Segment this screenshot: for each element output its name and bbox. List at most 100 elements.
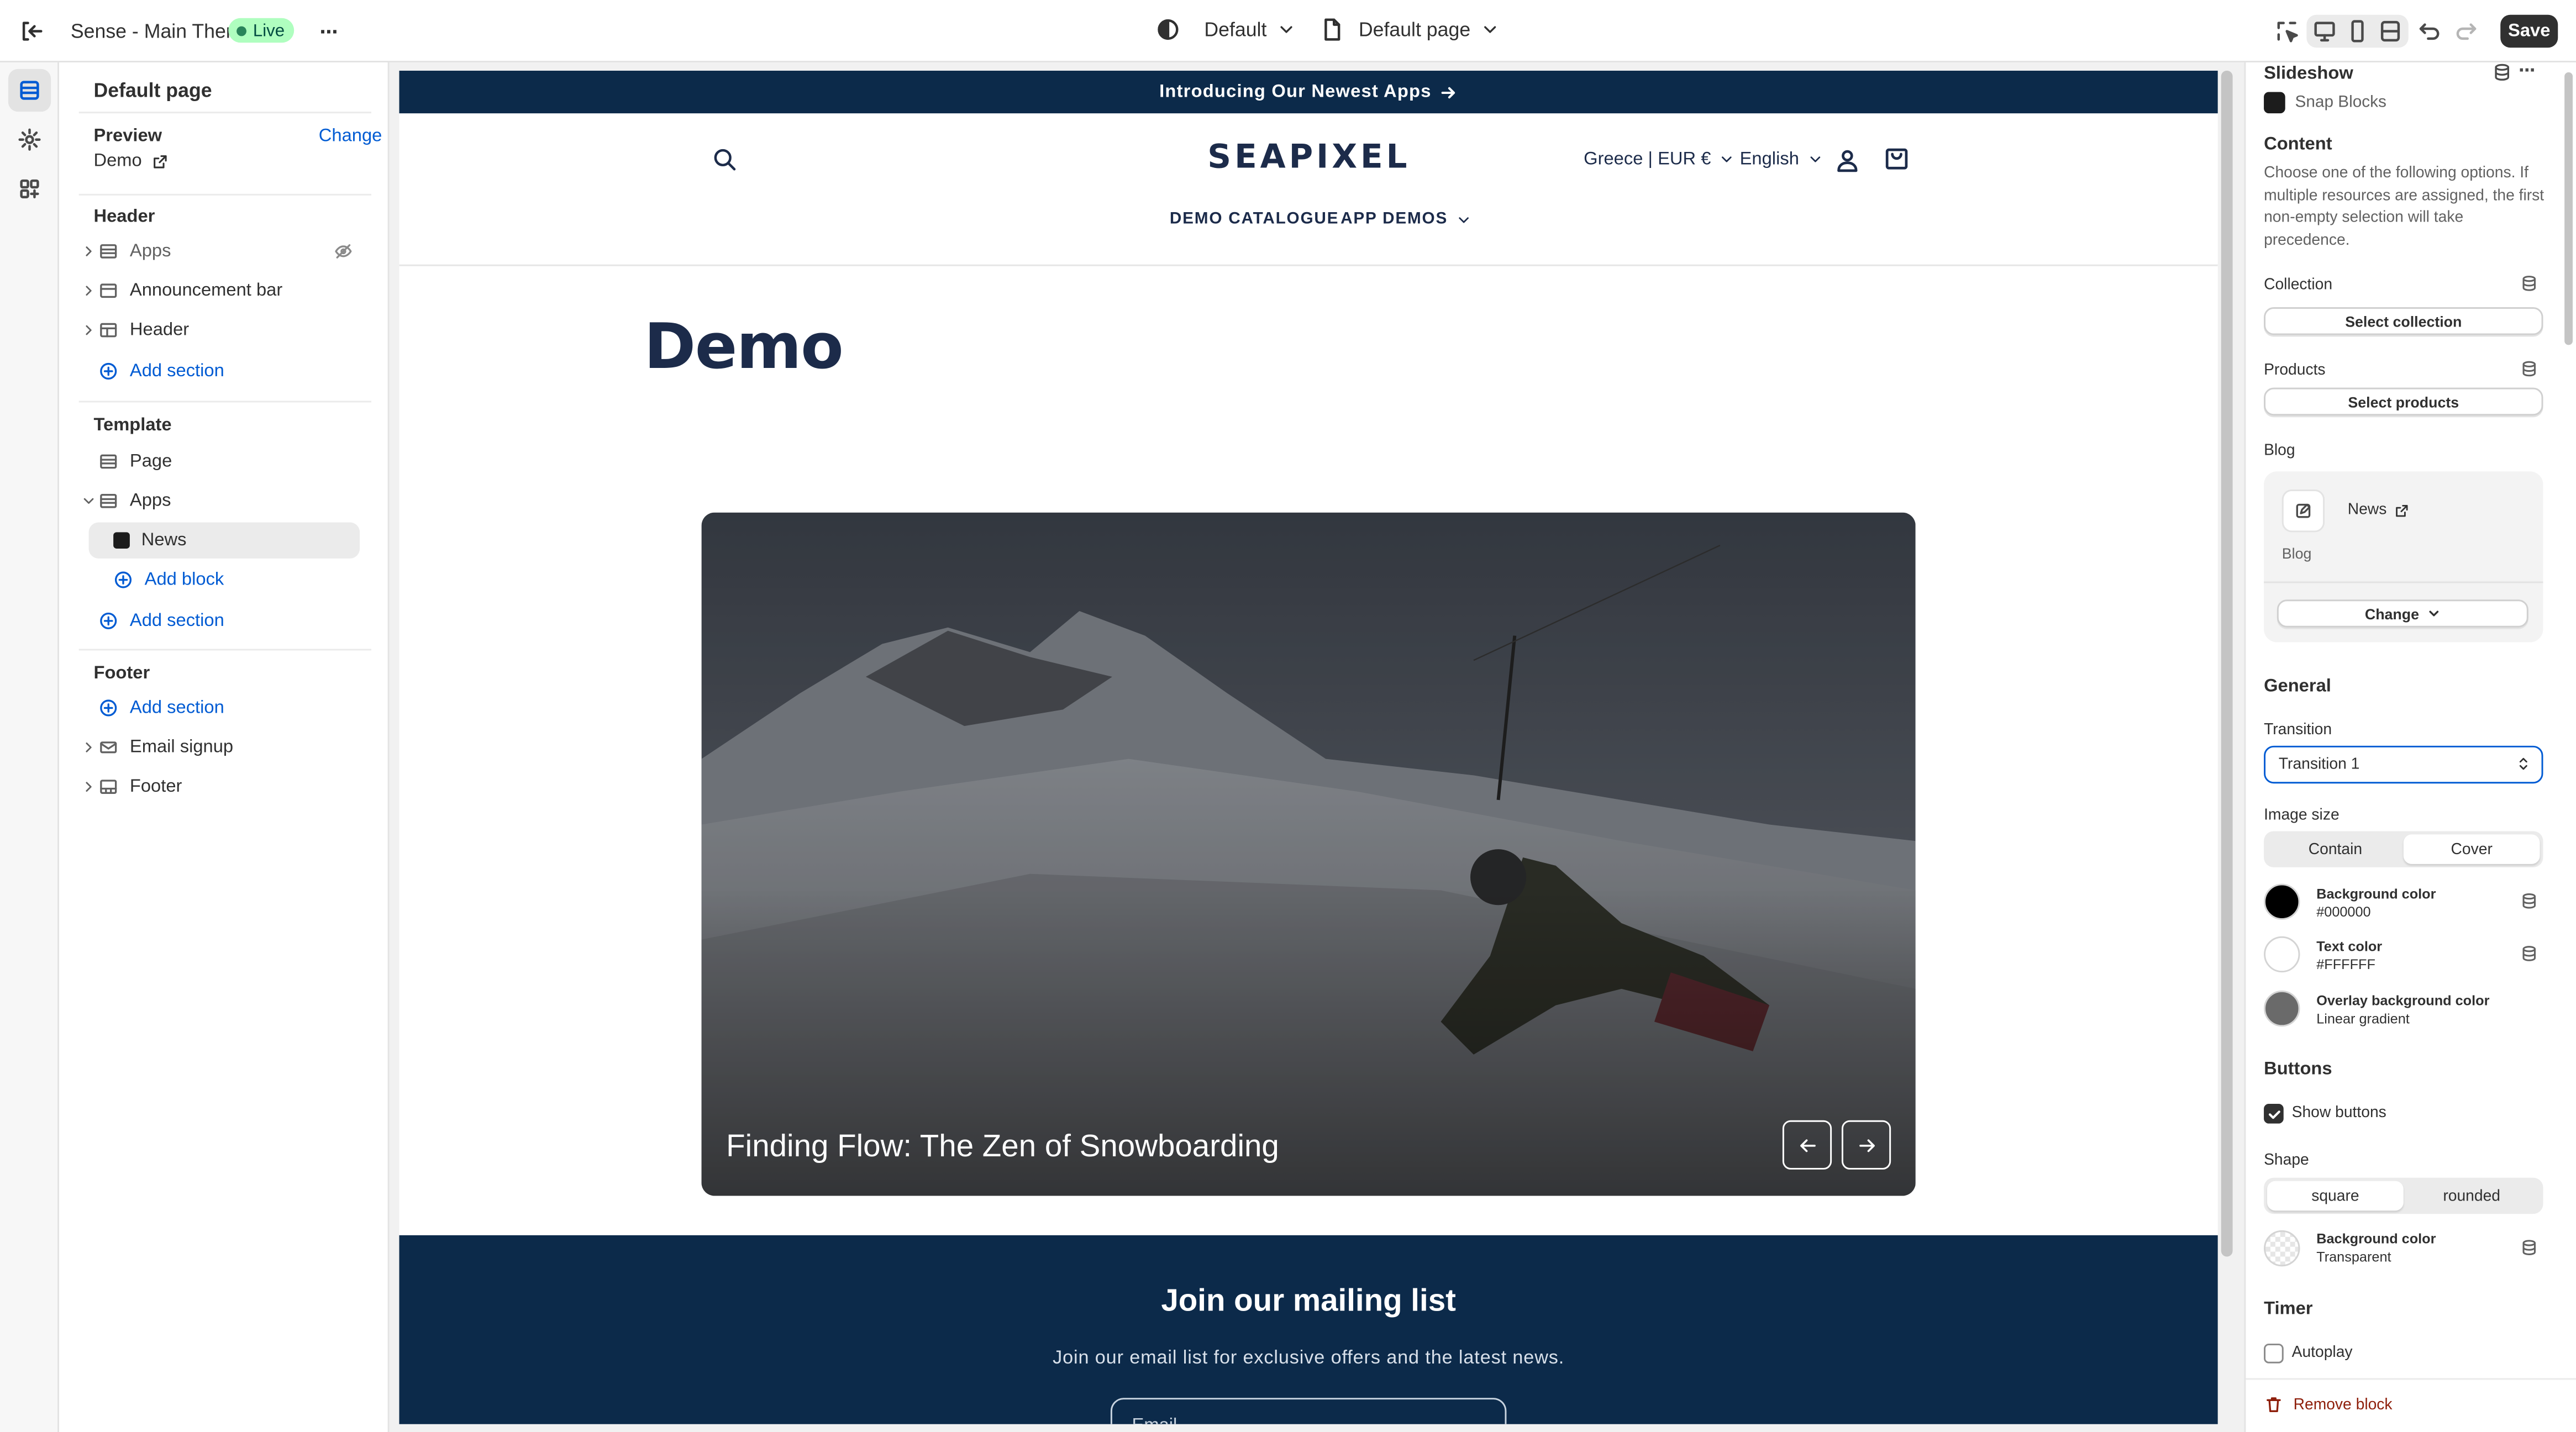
- slide-next-button[interactable]: [1841, 1120, 1891, 1170]
- language-selector[interactable]: English: [1740, 150, 1824, 169]
- sections-icon[interactable]: [8, 69, 51, 112]
- undo-icon[interactable]: [2417, 18, 2443, 45]
- blog-name-link[interactable]: News: [2348, 501, 2410, 519]
- exit-icon[interactable]: [18, 18, 45, 45]
- settings-scrollbar[interactable]: [2564, 72, 2573, 345]
- header-group-label: Header: [93, 207, 155, 227]
- block-more-button[interactable]: ···: [2519, 62, 2537, 82]
- image-size-cover[interactable]: Cover: [2403, 834, 2540, 864]
- tree-item-page[interactable]: Page: [79, 444, 365, 480]
- overlay-color-swatch[interactable]: [2264, 990, 2300, 1027]
- preview-scrollbar[interactable]: [2221, 70, 2233, 1257]
- slide-prev-button[interactable]: [1782, 1120, 1832, 1170]
- theme-selector-label: Default: [1204, 18, 1267, 41]
- section-icon: [100, 454, 117, 469]
- transition-select[interactable]: Transition 1: [2264, 745, 2543, 784]
- header-add-section[interactable]: Add section: [79, 353, 365, 389]
- plus-circle-icon: [114, 571, 132, 588]
- store-logo[interactable]: SEAPIXEL: [1207, 136, 1410, 176]
- account-icon[interactable]: [1833, 146, 1862, 175]
- redo-icon[interactable]: [2453, 18, 2479, 45]
- divider: [78, 649, 371, 651]
- mobile-view-icon[interactable]: [2344, 18, 2371, 45]
- preview-value[interactable]: Demo: [93, 151, 170, 171]
- announcement-bar[interactable]: Introducing Our Newest Apps: [399, 70, 2218, 114]
- database-icon[interactable]: [2492, 62, 2512, 82]
- database-icon[interactable]: [2520, 360, 2538, 378]
- nav-demo-catalogue[interactable]: DEMO CATALOGUE: [1170, 210, 1339, 229]
- transition-label: Transition: [2264, 721, 2332, 739]
- add-block-button[interactable]: Add block: [113, 562, 399, 598]
- gear-icon[interactable]: [8, 118, 51, 161]
- database-icon[interactable]: [2520, 275, 2538, 293]
- desktop-view-icon[interactable]: [2311, 18, 2338, 45]
- timer-heading: Timer: [2264, 1299, 2313, 1319]
- shape-rounded[interactable]: rounded: [2404, 1181, 2540, 1211]
- background-color-title: Background color: [2316, 885, 2436, 902]
- template-add-section[interactable]: Add section: [79, 603, 365, 639]
- tree-item-email-signup[interactable]: Email signup: [79, 729, 365, 765]
- tree-item-news-block[interactable]: News: [88, 522, 360, 559]
- select-products-button[interactable]: Select products: [2264, 387, 2543, 416]
- preview-change-link[interactable]: Change: [319, 127, 382, 146]
- locale-selector[interactable]: Greece | EUR €: [1584, 150, 1736, 169]
- database-icon[interactable]: [2520, 945, 2538, 963]
- block-title: Slideshow: [2264, 64, 2353, 84]
- live-badge: Live: [228, 18, 295, 43]
- email-field[interactable]: Email: [1110, 1398, 1507, 1424]
- database-icon[interactable]: [2520, 1239, 2538, 1257]
- site-header: SEAPIXEL Greece | EUR € English DEMO CAT…: [399, 113, 2218, 266]
- text-color-title: Text color: [2316, 938, 2383, 955]
- background-color-value: #000000: [2316, 903, 2371, 920]
- nav-app-demos[interactable]: APP DEMOS: [1340, 210, 1473, 228]
- fullscreen-view-icon[interactable]: [2377, 18, 2404, 45]
- external-link-icon: [2395, 504, 2407, 516]
- remove-block-label: Remove block: [2293, 1395, 2393, 1414]
- blog-change-button[interactable]: Change: [2277, 599, 2528, 628]
- section-icon: [100, 323, 117, 338]
- background-color-swatch[interactable]: [2264, 883, 2300, 920]
- chevron-right-icon: [79, 282, 99, 299]
- theme-selector[interactable]: Default: [1155, 17, 1296, 43]
- slideshow-slide[interactable]: Finding Flow: The Zen of Snowboarding: [701, 512, 1916, 1196]
- select-chevrons-icon: [2519, 757, 2527, 770]
- tree-item-apps-template[interactable]: Apps: [79, 483, 365, 519]
- storefront-preview: Introducing Our Newest Apps SEAPIXEL Gre…: [399, 70, 2218, 1424]
- slide-title: Finding Flow: The Zen of Snowboarding: [726, 1130, 1279, 1165]
- tree-item-header[interactable]: Header: [79, 312, 365, 348]
- eye-hidden-icon[interactable]: [334, 241, 354, 261]
- blog-card: News Blog Change: [2264, 471, 2543, 643]
- blog-name: News: [2347, 501, 2387, 519]
- tree-item-label: Footer: [129, 777, 182, 797]
- tree-item-apps[interactable]: Apps: [79, 233, 365, 269]
- inspector-icon[interactable]: [2274, 18, 2300, 45]
- tree-item-announcement-bar[interactable]: Announcement bar: [79, 273, 365, 309]
- shape-square[interactable]: square: [2267, 1181, 2404, 1211]
- database-icon[interactable]: [2520, 892, 2538, 910]
- overlay-color-value: Linear gradient: [2316, 1010, 2410, 1027]
- more-actions-button[interactable]: ···: [314, 17, 344, 46]
- edit-icon: [2281, 489, 2325, 533]
- remove-block-button[interactable]: Remove block: [2264, 1394, 2393, 1414]
- template-selector[interactable]: Default page: [1319, 17, 1500, 43]
- text-color-swatch[interactable]: [2264, 936, 2300, 973]
- select-collection-button[interactable]: Select collection: [2264, 307, 2543, 335]
- autoplay-checkbox[interactable]: [2264, 1344, 2284, 1363]
- show-buttons-label: Show buttons: [2291, 1103, 2386, 1122]
- button-bg-swatch[interactable]: [2264, 1230, 2300, 1267]
- page-icon: [1324, 18, 1340, 41]
- save-button[interactable]: Save: [2500, 14, 2558, 48]
- left-rail: [0, 62, 60, 1432]
- announcement-text: Introducing Our Newest Apps: [1159, 82, 1432, 102]
- apps-icon[interactable]: [8, 167, 51, 210]
- image-size-contain[interactable]: Contain: [2267, 834, 2404, 864]
- theme-icon: [1158, 19, 1179, 40]
- show-buttons-checkbox[interactable]: [2264, 1103, 2284, 1124]
- search-icon[interactable]: [711, 146, 738, 173]
- buttons-heading: Buttons: [2264, 1059, 2332, 1080]
- block-settings-panel: Slideshow ··· Snap Blocks Content Choose…: [2244, 62, 2576, 1432]
- tree-item-footer[interactable]: Footer: [79, 768, 365, 804]
- footer-add-section[interactable]: Add section: [79, 690, 365, 726]
- products-label: Products: [2264, 361, 2326, 380]
- cart-icon[interactable]: [1883, 145, 1911, 173]
